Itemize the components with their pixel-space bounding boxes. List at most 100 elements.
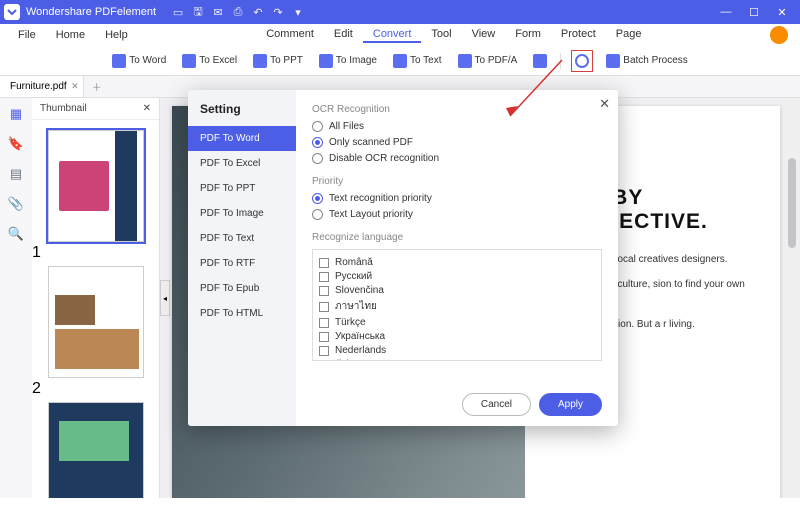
print-icon[interactable]: ⎙ [228,6,248,19]
user-avatar[interactable] [770,26,788,44]
attachments-icon[interactable]: 📎 [8,196,24,212]
apply-button[interactable]: Apply [539,393,602,416]
convert-settings-button[interactable] [571,50,593,72]
to-excel-button[interactable]: To Excel [179,52,240,70]
language-heading: Recognize language [312,232,602,243]
batch-process-button[interactable]: Batch Process [603,52,690,70]
search-icon[interactable]: 🔍 [8,226,24,242]
vertical-scrollbar[interactable] [786,98,798,498]
option-pdf-to-text[interactable]: PDF To Text [188,226,296,251]
option-pdf-to-word[interactable]: PDF To Word [188,126,296,151]
to-image-button[interactable]: To Image [316,52,380,70]
undo-icon[interactable]: ↶ [248,6,268,19]
tab-form[interactable]: Form [505,28,551,43]
dialog-sidebar: Setting PDF To Word PDF To Excel PDF To … [188,90,296,426]
doc-tab-furniture[interactable]: Furniture.pdf ✕ [0,76,84,97]
new-tab-button[interactable]: ＋ [84,79,110,94]
open-icon[interactable]: ▭ [168,6,188,19]
redo-icon[interactable]: ↷ [268,6,288,19]
thumbnails-icon[interactable]: ▦ [8,106,24,122]
page-number-1: 1 [32,244,159,262]
minimize-button[interactable]: — [712,6,740,18]
lang-thai[interactable]: ภาษาไทย [319,299,595,314]
mail-icon[interactable]: ✉ [208,6,228,19]
radio-label: All Files [329,121,364,132]
tab-page[interactable]: Page [606,28,652,43]
thumbnail-page-1[interactable] [48,130,144,242]
app-logo [4,4,20,20]
separator [560,53,561,69]
ppt-icon [253,54,267,68]
menu-home[interactable]: Home [46,29,95,41]
to-image-label: To Image [336,55,377,66]
tab-comment[interactable]: Comment [256,28,324,43]
menu-bar: File Home Help Comment Edit Convert Tool… [0,24,800,46]
to-word-label: To Word [129,55,166,66]
dialog-title: Setting [188,102,296,126]
lang-slovak[interactable]: Slovenčina [319,285,595,296]
tab-edit[interactable]: Edit [324,28,363,43]
lang-label: Slovenčina [335,285,384,296]
doc-tab-label: Furniture.pdf [10,81,67,92]
option-pdf-to-html[interactable]: PDF To HTML [188,301,296,326]
pdfa-icon [458,54,472,68]
radio-label: Only scanned PDF [329,137,413,148]
tab-convert[interactable]: Convert [363,28,422,43]
tab-tool[interactable]: Tool [421,28,461,43]
lang-russian[interactable]: Русский [319,271,595,282]
tab-protect[interactable]: Protect [551,28,606,43]
language-list[interactable]: Română Русский Slovenčina ภาษาไทย Türkçe… [312,249,602,361]
lang-dutch[interactable]: Nederlands [319,345,595,356]
bookmarks-icon[interactable]: 🔖 [8,136,24,152]
close-button[interactable]: ✕ [768,6,796,19]
to-ppt-label: To PPT [270,55,303,66]
lang-ukrainian[interactable]: Українська [319,331,595,342]
annotations-icon[interactable]: ▤ [8,166,24,182]
thumbnail-page-2[interactable] [48,266,144,378]
lang-turkish[interactable]: Türkçe [319,317,595,328]
option-pdf-to-excel[interactable]: PDF To Excel [188,151,296,176]
thumbnail-title: Thumbnail [40,103,87,114]
menu-help[interactable]: Help [95,29,138,41]
option-pdf-to-rtf[interactable]: PDF To RTF [188,251,296,276]
radio-only-scanned[interactable]: Only scanned PDF [312,137,602,148]
thumbnail-page-3[interactable] [48,402,144,498]
to-ppt-button[interactable]: To PPT [250,52,306,70]
dropdown-icon[interactable]: ▾ [288,6,308,19]
menu-file[interactable]: File [8,29,46,41]
thumbnail-panel: Thumbnail ✕ 1 2 3 [32,98,160,498]
batch-label: Batch Process [623,55,687,66]
radio-label: Disable OCR recognition [329,153,439,164]
tab-view[interactable]: View [462,28,506,43]
to-text-button[interactable]: To Text [390,52,445,70]
text-icon [393,54,407,68]
priority-heading: Priority [312,176,602,187]
title-bar: Wondershare PDFelement ▭ 🖫 ✉ ⎙ ↶ ↷ ▾ — ☐… [0,0,800,24]
radio-all-files[interactable]: All Files [312,121,602,132]
close-tab-icon[interactable]: ✕ [71,81,79,92]
ribbon: To Word To Excel To PPT To Image To Text… [0,46,800,76]
maximize-button[interactable]: ☐ [740,6,768,19]
radio-text-priority[interactable]: Text recognition priority [312,193,602,204]
lang-romanian[interactable]: Română [319,257,595,268]
app-title: Wondershare PDFelement [26,6,156,18]
radio-disable-ocr[interactable]: Disable OCR recognition [312,153,602,164]
option-pdf-to-epub[interactable]: PDF To Epub [188,276,296,301]
radio-layout-priority[interactable]: Text Layout priority [312,209,602,220]
to-pdfa-button[interactable]: To PDF/A [455,52,521,70]
to-word-button[interactable]: To Word [109,52,169,70]
option-pdf-to-image[interactable]: PDF To Image [188,201,296,226]
to-text-label: To Text [410,55,442,66]
lang-english[interactable]: English [319,359,595,361]
option-pdf-to-ppt[interactable]: PDF To PPT [188,176,296,201]
page-number-2: 2 [32,380,159,398]
to-excel-label: To Excel [199,55,237,66]
lang-label: Nederlands [335,345,386,356]
collapse-panel-button[interactable]: ◂ [160,280,170,316]
lang-label: Русский [335,271,372,282]
radio-label: Text Layout priority [329,209,413,220]
save-icon[interactable]: 🖫 [188,3,208,22]
to-other-button[interactable] [530,52,550,70]
close-panel-icon[interactable]: ✕ [143,103,151,114]
cancel-button[interactable]: Cancel [462,393,531,416]
